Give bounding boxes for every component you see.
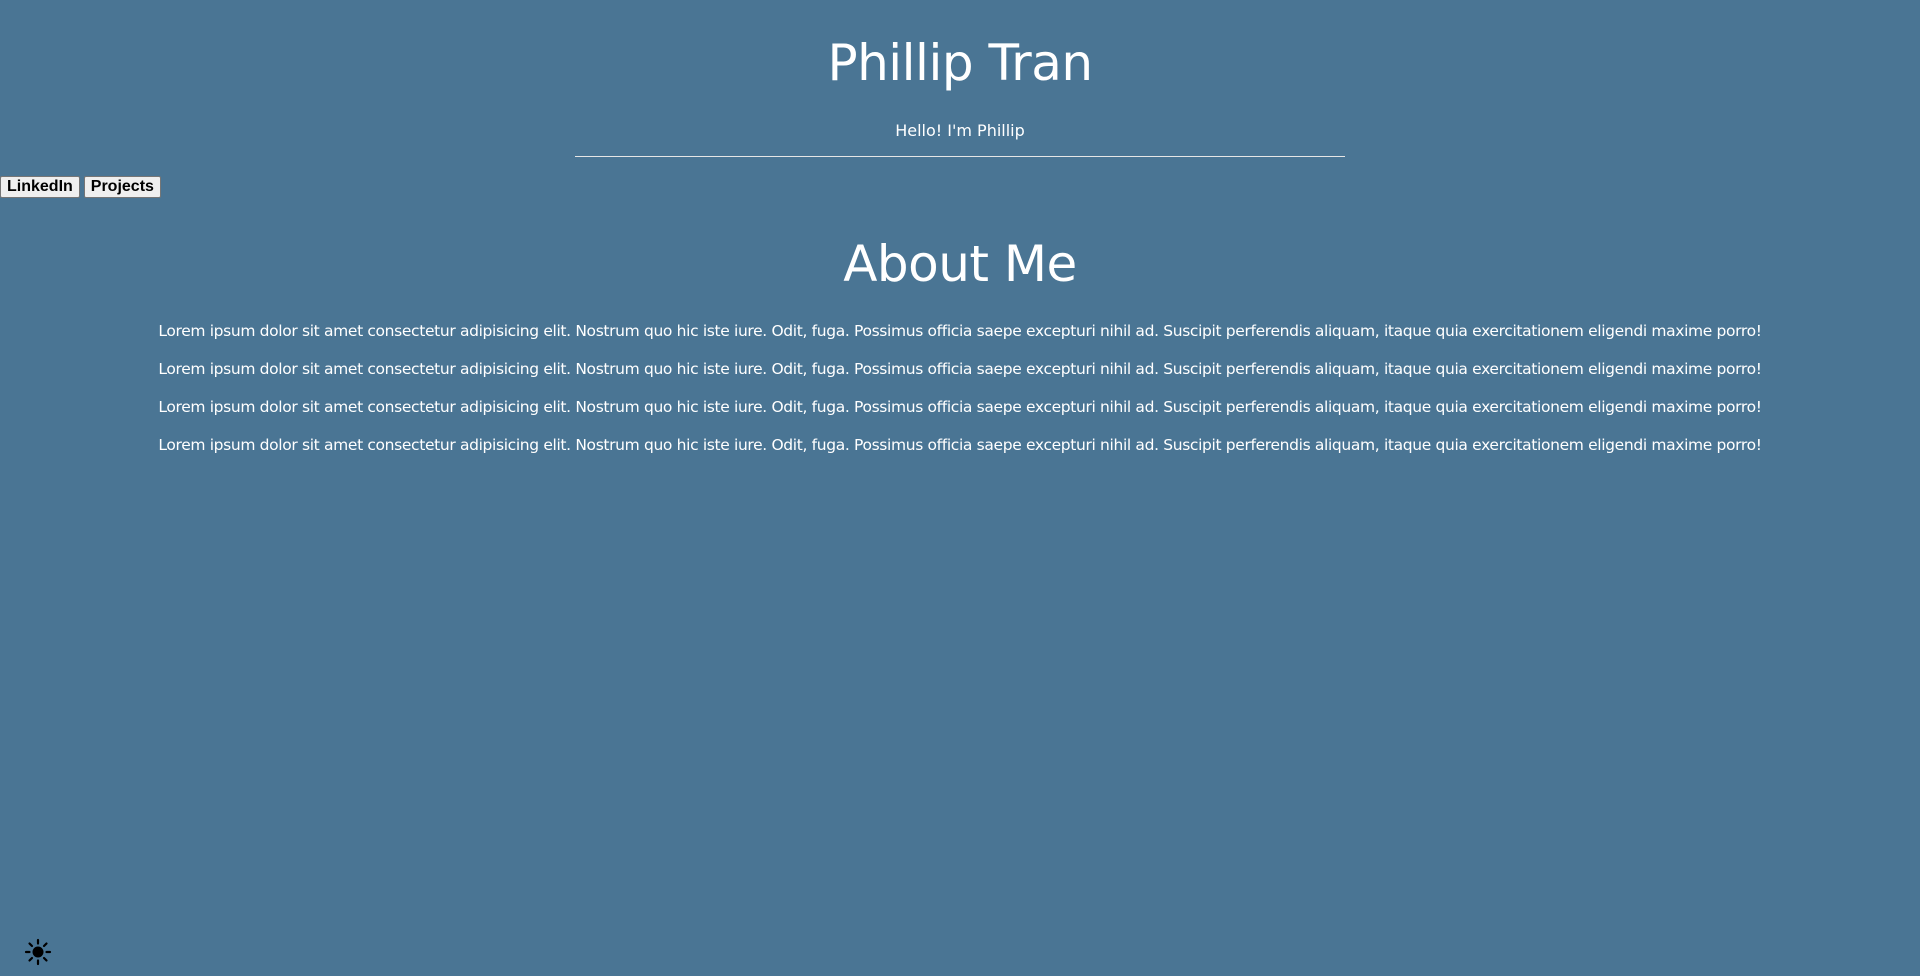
about-paragraphs: Lorem ipsum dolor sit amet consectetur a… xyxy=(0,320,1920,456)
projects-button[interactable]: Projects xyxy=(83,176,161,198)
tagline: Hello! I'm Phillip xyxy=(895,121,1025,140)
page: Phillip Tran Hello! I'm Phillip LinkedIn… xyxy=(0,0,1920,976)
sun-icon xyxy=(24,938,52,966)
about-paragraph: Lorem ipsum dolor sit amet consectetur a… xyxy=(158,398,1762,416)
theme-toggle-button[interactable] xyxy=(24,938,52,966)
header-divider xyxy=(575,156,1345,157)
top-nav: LinkedIn Projects xyxy=(0,176,161,198)
about-section: About Me Lorem ipsum dolor sit amet cons… xyxy=(0,232,1920,472)
about-paragraph: Lorem ipsum dolor sit amet consectetur a… xyxy=(158,322,1762,340)
about-paragraph: Lorem ipsum dolor sit amet consectetur a… xyxy=(158,360,1762,378)
about-title: About Me xyxy=(843,235,1077,293)
site-title: Phillip Tran xyxy=(827,34,1093,92)
about-paragraph: Lorem ipsum dolor sit amet consectetur a… xyxy=(158,436,1762,454)
header: Phillip Tran Hello! I'm Phillip xyxy=(0,0,1920,157)
linkedin-button[interactable]: LinkedIn xyxy=(0,176,80,198)
